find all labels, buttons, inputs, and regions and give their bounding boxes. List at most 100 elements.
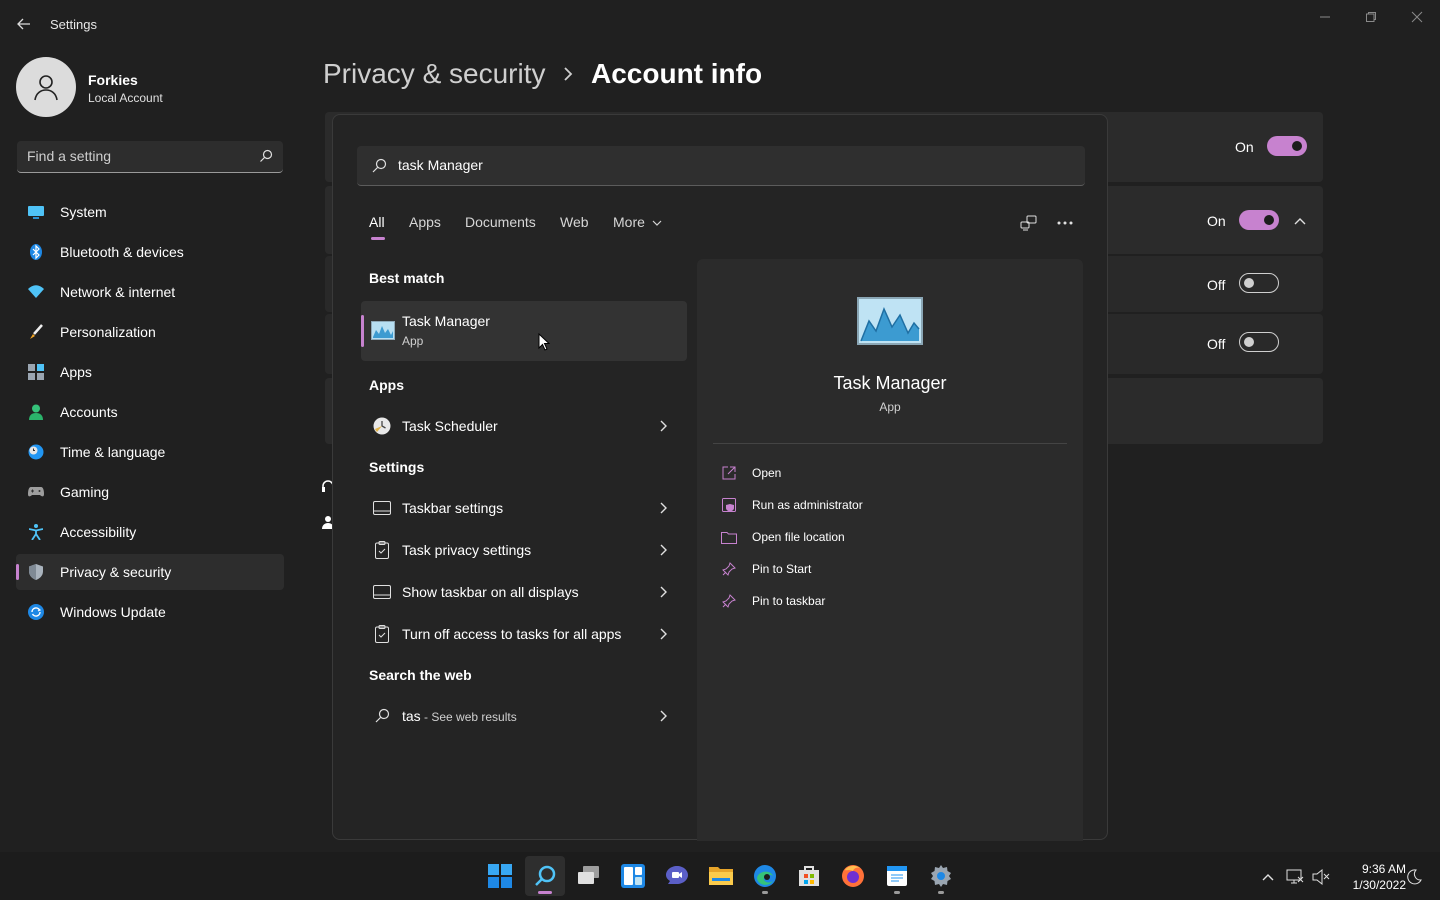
chevron-right-icon	[659, 585, 667, 603]
result-preview-pane: Task Manager App Open Run as administrat…	[697, 259, 1083, 841]
chevron-down-icon	[652, 220, 662, 226]
pin-icon	[721, 593, 737, 609]
tab-apps[interactable]: Apps	[409, 214, 441, 230]
edge-icon	[754, 865, 776, 887]
notifications-moon-icon[interactable]	[1405, 868, 1423, 886]
result-label: Task privacy settings	[402, 542, 532, 558]
sidebar-item-label: Time & language	[60, 444, 166, 460]
store-button[interactable]	[789, 856, 829, 896]
result-item[interactable]: Task privacy settings	[361, 531, 687, 569]
toggle-switch[interactable]	[1267, 136, 1307, 156]
title-bar: Settings	[0, 0, 1440, 48]
clock-date: 1/30/2022	[1352, 878, 1406, 892]
restore-button[interactable]	[1351, 6, 1391, 28]
action-label: Pin to Start	[752, 562, 812, 576]
chevron-right-icon	[659, 627, 667, 645]
sidebar-item-gaming[interactable]: Gaming	[16, 474, 284, 510]
sidebar-item-personalization[interactable]: Personalization	[16, 314, 284, 350]
toggle-switch[interactable]	[1239, 273, 1279, 293]
tab-documents[interactable]: Documents	[465, 214, 536, 230]
start-search-box	[357, 146, 1085, 186]
breadcrumb-parent[interactable]: Privacy & security	[323, 58, 546, 90]
widgets-button[interactable]	[613, 856, 653, 896]
sidebar-item-apps[interactable]: Apps	[16, 354, 284, 390]
result-item[interactable]: Task Scheduler	[361, 407, 687, 445]
result-item[interactable]: Turn off access to tasks for all apps	[361, 615, 687, 653]
result-label: Taskbar settings	[402, 500, 504, 516]
page-title: Account info	[591, 58, 763, 89]
sidebar-item-accounts[interactable]: Accounts	[16, 394, 284, 430]
minimize-button[interactable]	[1305, 6, 1345, 28]
taskbar-icon	[373, 583, 391, 601]
minimize-icon	[1320, 16, 1330, 18]
tab-web[interactable]: Web	[560, 214, 589, 230]
sidebar-item-network[interactable]: Network & internet	[16, 274, 284, 310]
settings-button[interactable]	[921, 856, 961, 896]
tab-all[interactable]: All	[369, 214, 385, 230]
result-item[interactable]: Show taskbar on all displays	[361, 573, 687, 611]
sidebar-item-label: Network & internet	[60, 284, 176, 300]
clipboard-check-icon	[373, 541, 391, 559]
chat-button[interactable]	[657, 856, 697, 896]
section-title: Apps	[369, 377, 404, 393]
volume-muted-icon[interactable]	[1312, 868, 1330, 886]
chevron-up-icon[interactable]	[1259, 868, 1277, 886]
web-result-item[interactable]: tas - See web results	[361, 697, 687, 735]
sidebar-item-label: Windows Update	[60, 604, 166, 620]
taskbar-search-button[interactable]	[525, 856, 565, 896]
search-icon	[535, 865, 556, 886]
apps-icon	[28, 364, 44, 380]
start-button[interactable]	[480, 856, 520, 896]
toggle-state-label: Off	[1207, 277, 1226, 293]
clipboard-check-icon	[373, 625, 391, 643]
close-icon	[1411, 11, 1423, 23]
pin-icon	[721, 561, 737, 577]
sidebar-item-privacy-security[interactable]: Privacy & security	[16, 554, 284, 590]
close-button[interactable]	[1397, 6, 1437, 28]
search-icon	[371, 158, 387, 179]
task-view-icon	[578, 866, 599, 884]
share-devices-icon[interactable]	[1017, 211, 1041, 235]
network-icon[interactable]	[1286, 868, 1304, 886]
sidebar-item-label: Privacy & security	[60, 564, 172, 580]
firefox-icon	[842, 865, 864, 887]
avatar[interactable]	[16, 57, 76, 117]
window-title: Settings	[50, 17, 97, 32]
tab-more[interactable]: More	[613, 214, 662, 230]
start-search-input[interactable]	[398, 157, 998, 173]
best-match-result[interactable]: Task Manager App	[361, 301, 687, 361]
chevron-right-icon	[659, 419, 667, 437]
sidebar-item-accessibility[interactable]: Accessibility	[16, 514, 284, 550]
controller-icon	[28, 484, 44, 500]
toggle-switch[interactable]	[1239, 210, 1279, 230]
back-button[interactable]	[14, 14, 34, 34]
find-setting-input[interactable]	[27, 148, 247, 164]
monitor-icon	[28, 204, 44, 220]
chat-icon	[666, 866, 688, 884]
result-type: App	[402, 334, 424, 348]
file-explorer-button[interactable]	[701, 856, 741, 896]
firefox-button[interactable]	[833, 856, 873, 896]
toggle-switch[interactable]	[1239, 332, 1279, 352]
task-view-button[interactable]	[569, 856, 609, 896]
sidebar-item-label: Accessibility	[60, 524, 137, 540]
more-options-icon[interactable]	[1053, 211, 1077, 235]
result-item[interactable]: Taskbar settings	[361, 489, 687, 527]
sidebar-item-label: Gaming	[60, 484, 110, 500]
notepad-button[interactable]	[877, 856, 917, 896]
sidebar-item-label: Apps	[60, 364, 92, 380]
sidebar-item-windows-update[interactable]: Windows Update	[16, 594, 284, 630]
sidebar-item-label: System	[60, 204, 107, 220]
clock-icon	[373, 417, 391, 435]
search-icon[interactable]	[259, 149, 273, 168]
clock[interactable]: 9:36 AM 1/30/2022	[1336, 861, 1406, 893]
sidebar-item-system[interactable]: System	[16, 194, 284, 230]
sidebar-item-bluetooth[interactable]: Bluetooth & devices	[16, 234, 284, 270]
chevron-up-icon[interactable]	[1293, 213, 1307, 231]
chevron-right-icon	[659, 543, 667, 561]
sidebar-item-time-language[interactable]: Time & language	[16, 434, 284, 470]
sidebar-item-label: Personalization	[60, 324, 156, 340]
edge-button[interactable]	[745, 856, 785, 896]
web-suffix: - See web results	[420, 710, 517, 724]
section-title: Search the web	[369, 667, 472, 683]
